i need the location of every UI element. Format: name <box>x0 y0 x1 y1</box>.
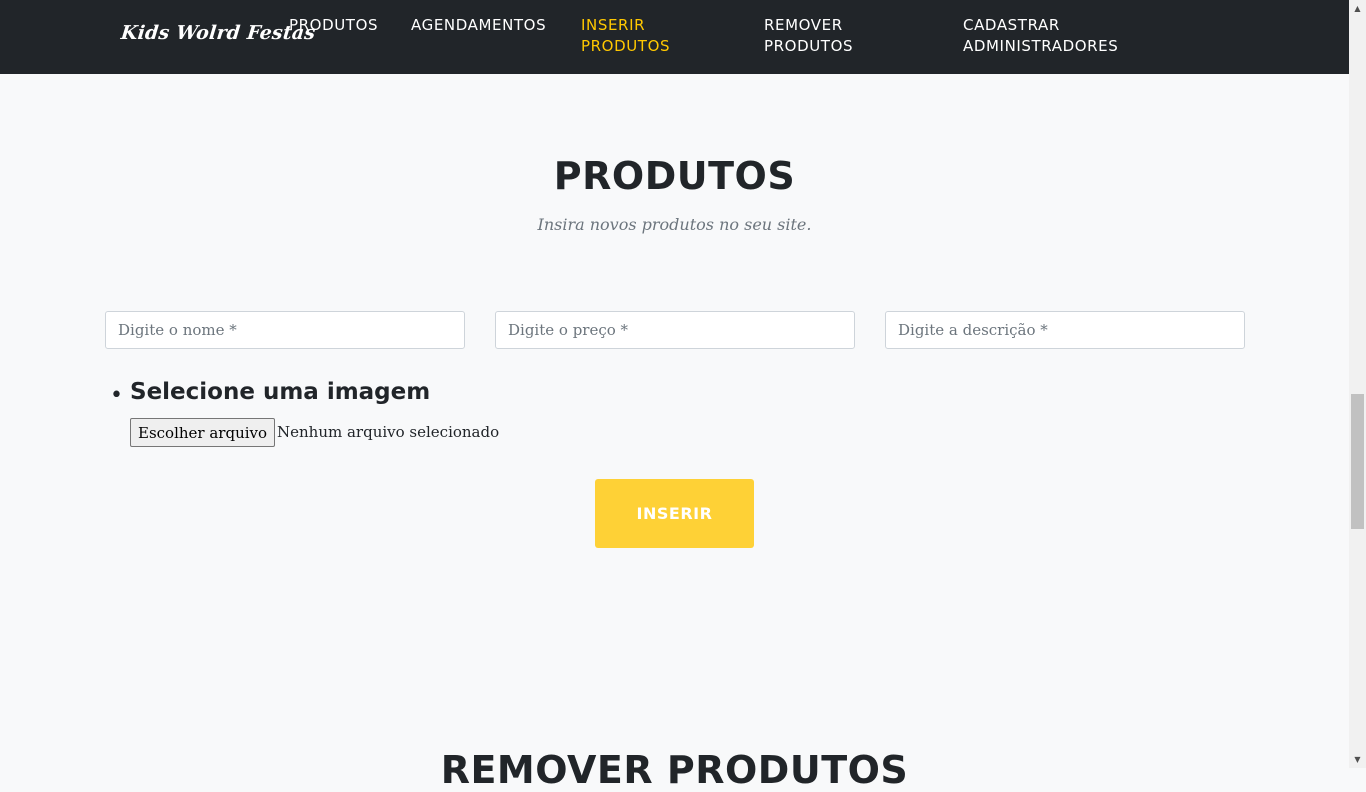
section-title: PRODUTOS <box>553 154 796 198</box>
list-bullet: • <box>110 383 123 408</box>
scrollbar-thumb[interactable] <box>1351 394 1364 529</box>
nav-item-cadastrar-administradores[interactable]: CADASTRAR ADMINISTRADORES <box>963 15 1118 57</box>
product-description-input[interactable] <box>885 311 1245 349</box>
remove-products-title: REMOVER PRODUTOS <box>440 748 909 792</box>
nav-item-agendamentos[interactable]: AGENDAMENTOS <box>411 15 546 36</box>
nav-item-remover-produtos[interactable]: REMOVER PRODUTOS <box>764 15 853 57</box>
section-subtitle: Insira novos produtos no seu site. <box>537 215 812 234</box>
image-upload-label: Selecione uma imagem <box>130 379 431 405</box>
product-price-input[interactable] <box>495 311 855 349</box>
choose-file-button[interactable]: Escolher arquivo <box>130 418 276 447</box>
page-scrollbar[interactable]: ▲ ▼ <box>1349 0 1366 768</box>
scroll-down-arrow-icon[interactable]: ▼ <box>1349 751 1366 768</box>
nav-item-inserir-produtos[interactable]: INSERIR PRODUTOS <box>581 15 670 57</box>
navbar: Kids Wolrd Festas PRODUTOS AGENDAMENTOS … <box>0 0 1349 74</box>
insert-button[interactable]: INSERIR <box>595 479 754 548</box>
scroll-up-arrow-icon[interactable]: ▲ <box>1349 0 1366 17</box>
nav-item-produtos[interactable]: PRODUTOS <box>289 15 378 36</box>
product-name-input[interactable] <box>105 311 465 349</box>
brand-logo[interactable]: Kids Wolrd Festas <box>120 22 317 44</box>
file-status-text: Nenhum arquivo selecionado <box>277 423 500 441</box>
